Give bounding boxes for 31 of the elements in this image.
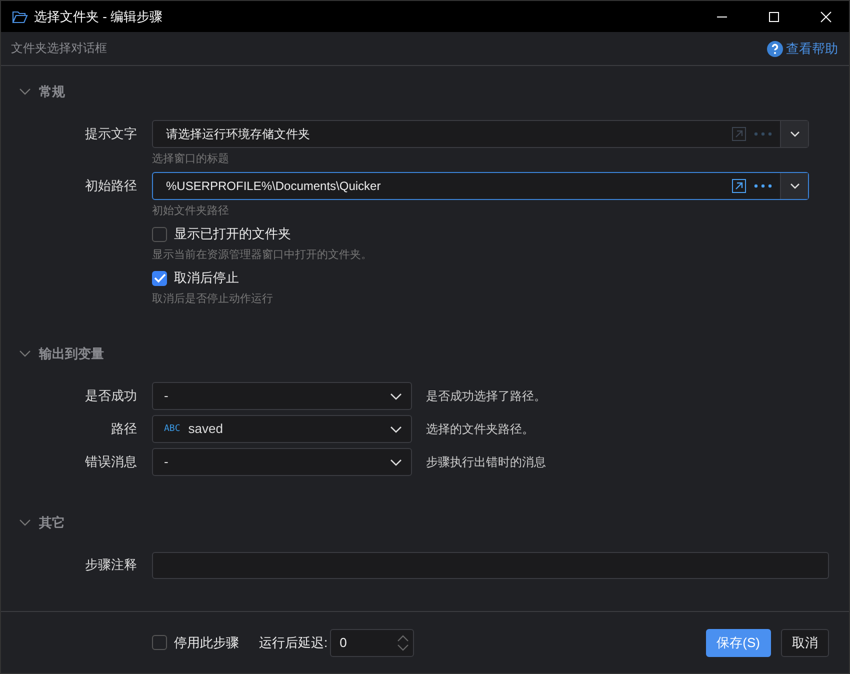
variable-description: 步骤执行出错时的消息 [426,454,546,470]
field-hint: 取消后是否停止动作运行 [152,293,273,305]
delay-label: 运行后延迟: [259,634,328,650]
checkbox-label[interactable]: 显示已打开的文件夹 [174,226,291,242]
field-label: 初始路径 [84,178,138,194]
field-label: 提示文字 [84,126,138,142]
variable-dropdown[interactable]: ABC saved [152,415,412,443]
variable-dropdown[interactable]: - [152,382,412,410]
field-label: 是否成功 [84,388,138,404]
section-title: 输出到变量 [39,346,104,362]
checkbox-label[interactable]: 停用此步骤 [174,634,239,650]
field-label: 错误消息 [84,454,138,470]
input-field[interactable]: 请选择运行环境存储文件夹 [152,120,809,148]
cancel-button[interactable]: 取消 [781,628,829,656]
field-label: 路径 [110,421,138,437]
field-label: 步骤注释 [84,557,138,573]
dialog-subtitle: 文件夹选择对话框 [11,41,107,56]
section-title: 其它 [39,515,65,531]
section-title: 常规 [39,84,65,100]
window-title: 选择文件夹 - 编辑步骤 [34,8,163,24]
variable-description: 选择的文件夹路径。 [426,422,534,436]
field-hint: 初始文件夹路径 [152,205,229,217]
delay-spinner[interactable]: 0 [330,628,414,656]
input-field[interactable]: %USERPROFILE%\Documents\Quicker [152,172,809,200]
variable-dropdown[interactable]: - [152,448,412,476]
field-hint: 显示当前在资源管理器窗口中打开的文件夹。 [152,249,372,261]
variable-description: 是否成功选择了路径。 [426,388,546,404]
field-hint: 选择窗口的标题 [152,153,229,165]
help-link[interactable]: 查看帮助 [786,40,838,56]
type-tag: ABC [164,424,180,434]
checkbox-label[interactable]: 取消后停止 [174,270,239,286]
